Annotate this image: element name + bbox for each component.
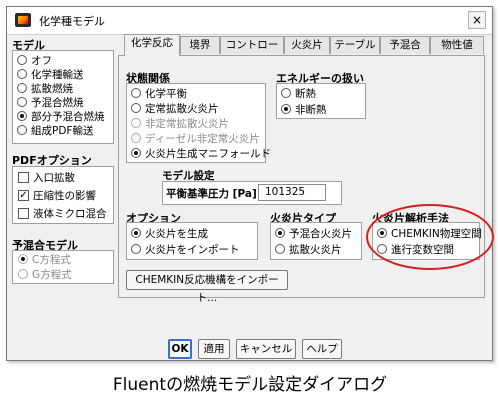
import-flamelet-option[interactable]: 火炎片をインポート	[131, 242, 240, 256]
title-bar[interactable]: 化学種モデル ×	[7, 7, 492, 35]
state-steady-diffusion-flamelet-option[interactable]: 定常拡散火炎片	[131, 101, 219, 115]
radio-selected-icon	[275, 228, 285, 238]
dialog-title: 化学種モデル	[39, 15, 105, 28]
energy-non-adiabatic-option[interactable]: 非断熱	[281, 102, 327, 116]
pressure-label: 平衡基準圧力 [Pa]	[166, 187, 257, 200]
radio-selected-icon	[377, 228, 387, 238]
pdf-compressibility-checkbox[interactable]: ✓ 圧縮性の影響	[18, 188, 96, 202]
radio-icon	[17, 125, 27, 135]
state-fgm-option[interactable]: 火炎片生成マニフォールド	[131, 146, 271, 160]
import-chemkin-button[interactable]: CHEMKIN反応機構をインポート...	[126, 270, 288, 304]
tab-control[interactable]: コントロール	[220, 36, 284, 68]
energy-adiabatic-option[interactable]: 断熱	[281, 86, 316, 100]
model-option-composition-pdf[interactable]: 組成PDF輸送	[17, 123, 93, 137]
radio-selected-icon	[281, 104, 291, 114]
radio-selected-icon	[131, 228, 141, 238]
tab-table[interactable]: テーブル	[330, 36, 380, 54]
radio-selected-icon	[131, 148, 141, 158]
tab-strip: 化学反応 境界 コントロール 火炎片 テーブル 予混合 物性値	[118, 34, 484, 68]
state-unsteady-diffusion-flamelet-option: 非定常拡散火炎片	[131, 116, 229, 130]
tab-flamelet[interactable]: 火炎片	[284, 36, 330, 54]
premixed-flamelet-option[interactable]: 予混合火炎片	[275, 226, 352, 240]
radio-icon	[17, 83, 27, 93]
apply-button[interactable]: 適用	[198, 339, 230, 359]
radio-icon	[17, 69, 27, 79]
generate-flamelet-option[interactable]: 火炎片を生成	[131, 226, 208, 240]
tab-boundary[interactable]: 境界	[180, 36, 220, 54]
diffusion-flamelet-option[interactable]: 拡散火炎片	[275, 242, 342, 256]
premix-c-equation-option: C方程式	[18, 252, 71, 266]
checkbox-icon	[18, 207, 29, 219]
chemkin-physical-space-option[interactable]: CHEMKIN物理空間	[377, 226, 482, 240]
model-option-non-premixed[interactable]: 拡散燃焼	[17, 81, 73, 95]
radio-icon	[131, 133, 141, 143]
ok-button[interactable]: OK	[168, 339, 192, 359]
radio-icon	[18, 269, 28, 279]
model-option-off[interactable]: オフ	[17, 53, 52, 67]
pdf-inlet-diffusion-checkbox[interactable]: 入口拡散	[18, 170, 75, 184]
radio-icon	[377, 244, 387, 254]
radio-icon	[131, 118, 141, 128]
radio-icon	[131, 88, 141, 98]
equilibrium-pressure-input[interactable]: 101325	[258, 184, 326, 201]
checkbox-icon	[18, 171, 29, 183]
model-option-premixed[interactable]: 予混合燃焼	[17, 95, 84, 109]
progress-variable-space-option[interactable]: 進行変数空間	[377, 242, 454, 256]
radio-icon	[281, 88, 291, 98]
close-button[interactable]: ×	[468, 11, 486, 29]
radio-icon	[131, 244, 141, 254]
radio-selected-icon	[17, 111, 27, 121]
model-option-partially-premixed[interactable]: 部分予混合燃焼	[17, 109, 105, 123]
radio-icon	[131, 103, 141, 113]
model-option-species-transport[interactable]: 化学種輸送	[17, 67, 84, 81]
tab-chemistry[interactable]: 化学反応	[124, 34, 180, 56]
radio-icon	[17, 97, 27, 107]
tab-premix[interactable]: 予混合	[380, 36, 430, 54]
figure-caption: Fluentの燃焼モデル設定ダイアログ	[112, 375, 388, 395]
state-diesel-unsteady-flamelet-option: ディーゼル非定常火炎片	[131, 131, 260, 145]
help-button[interactable]: ヘルプ	[302, 339, 342, 359]
pdf-liquid-micromixing-checkbox[interactable]: 液体ミクロ混合	[18, 206, 107, 220]
tab-properties[interactable]: 物性値	[430, 36, 484, 54]
state-chemical-equilibrium-option[interactable]: 化学平衡	[131, 86, 187, 100]
radio-selected-icon	[18, 254, 28, 264]
cancel-button[interactable]: キャンセル	[236, 339, 296, 359]
radio-icon	[275, 244, 285, 254]
radio-icon	[17, 55, 27, 65]
checkbox-checked-icon: ✓	[18, 189, 29, 201]
fluent-app-icon	[15, 13, 31, 27]
premix-g-equation-option: G方程式	[18, 267, 72, 281]
